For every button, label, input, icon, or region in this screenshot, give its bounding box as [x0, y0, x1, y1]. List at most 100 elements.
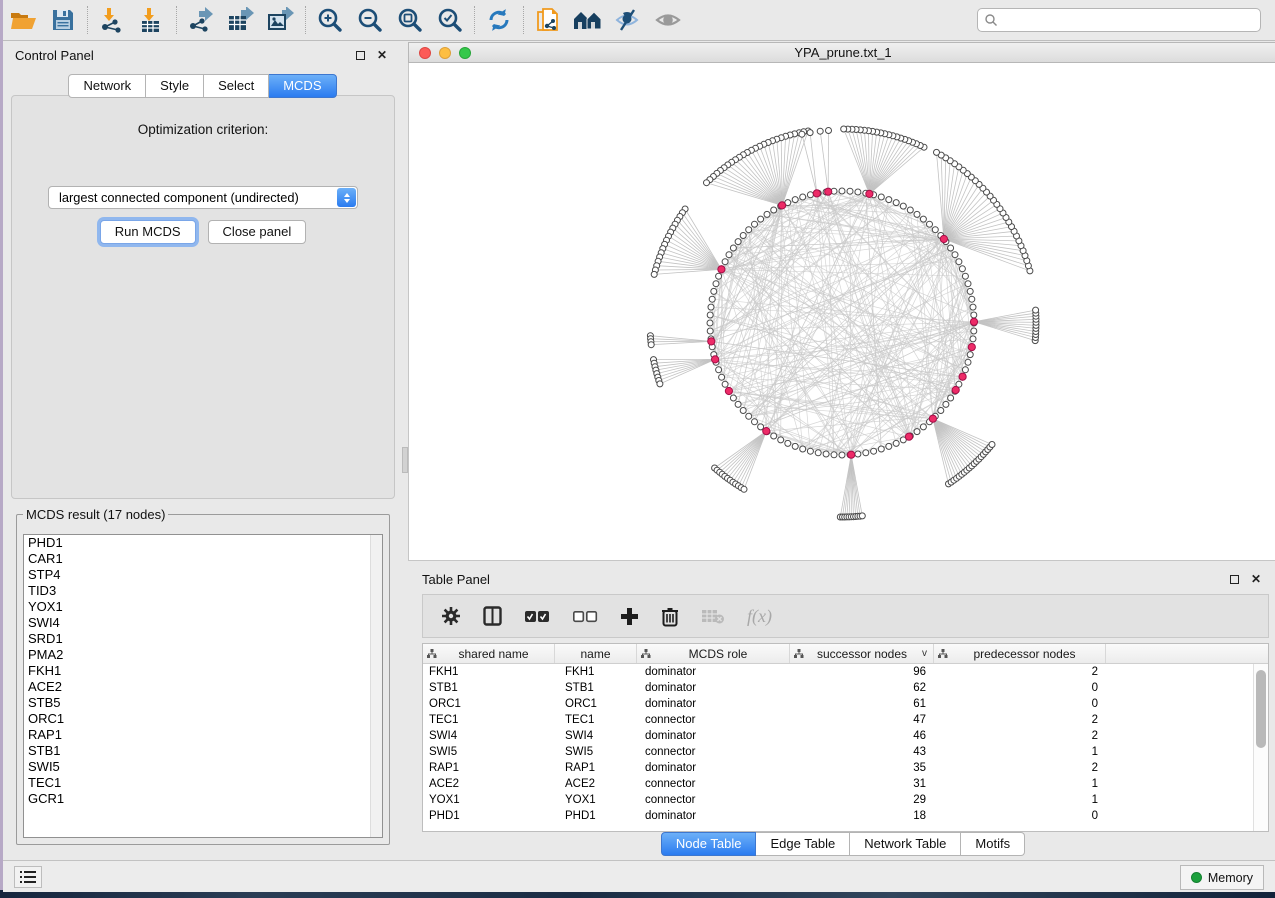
- mcds-node[interactable]: [848, 451, 855, 458]
- export-table-icon[interactable]: [221, 3, 261, 37]
- list-item[interactable]: STB1: [24, 743, 382, 759]
- zoom-out-icon[interactable]: [350, 3, 390, 37]
- table-row[interactable]: YOX1YOX1connector291: [423, 792, 1253, 808]
- tab-motifs[interactable]: Motifs: [961, 832, 1025, 856]
- tab-edge-table[interactable]: Edge Table: [756, 832, 850, 856]
- tab-network-table[interactable]: Network Table: [850, 832, 961, 856]
- mcds-node[interactable]: [725, 387, 732, 394]
- export-image-icon[interactable]: [261, 3, 301, 37]
- tab-mcds[interactable]: MCDS: [269, 74, 336, 98]
- mcds-node[interactable]: [866, 190, 873, 197]
- close-table-panel-icon[interactable]: ✕: [1248, 571, 1264, 587]
- list-item[interactable]: PHD1: [24, 535, 382, 551]
- delete-row-icon[interactable]: [661, 606, 679, 627]
- float-panel-icon[interactable]: [352, 47, 368, 63]
- search-input[interactable]: [998, 10, 1260, 30]
- list-item[interactable]: TEC1: [24, 775, 382, 791]
- list-item[interactable]: SWI4: [24, 615, 382, 631]
- import-table-icon[interactable]: [132, 3, 172, 37]
- list-item[interactable]: ACE2: [24, 679, 382, 695]
- clone-network-icon[interactable]: [528, 3, 568, 37]
- tab-select[interactable]: Select: [204, 74, 269, 98]
- table-cell: connector: [637, 746, 790, 758]
- list-item[interactable]: TID3: [24, 583, 382, 599]
- run-mcds-button[interactable]: Run MCDS: [100, 220, 196, 244]
- list-item[interactable]: SWI5: [24, 759, 382, 775]
- list-item[interactable]: SRD1: [24, 631, 382, 647]
- column-header-shared-name[interactable]: shared name: [423, 644, 555, 663]
- close-panel-icon[interactable]: ✕: [374, 47, 390, 63]
- select-all-icon[interactable]: [524, 610, 550, 623]
- hierarchy-icon: [427, 649, 437, 659]
- list-item[interactable]: ORC1: [24, 711, 382, 727]
- table-row[interactable]: TEC1TEC1connector472: [423, 712, 1253, 728]
- hide-selected-icon[interactable]: [608, 3, 648, 37]
- mcds-node[interactable]: [825, 188, 832, 195]
- list-item[interactable]: CAR1: [24, 551, 382, 567]
- float-table-panel-icon[interactable]: [1226, 571, 1242, 587]
- table-row[interactable]: PHD1PHD1dominator180: [423, 808, 1253, 824]
- list-item[interactable]: RAP1: [24, 727, 382, 743]
- table-row[interactable]: ORC1ORC1dominator610: [423, 696, 1253, 712]
- deselect-all-icon[interactable]: [572, 610, 598, 623]
- list-item[interactable]: YOX1: [24, 599, 382, 615]
- table-row[interactable]: STB1STB1dominator620: [423, 680, 1253, 696]
- tab-style[interactable]: Style: [146, 74, 204, 98]
- search-field[interactable]: [977, 8, 1261, 32]
- mcds-node[interactable]: [712, 356, 719, 363]
- column-header-mcds-role[interactable]: MCDS role: [637, 644, 790, 663]
- memory-button[interactable]: Memory: [1180, 865, 1264, 890]
- save-session-icon[interactable]: [43, 3, 83, 37]
- list-item[interactable]: PMA2: [24, 647, 382, 663]
- mcds-node[interactable]: [905, 433, 912, 440]
- list-item[interactable]: GCR1: [24, 791, 382, 807]
- column-header-successor-nodes[interactable]: successor nodes v: [790, 644, 934, 663]
- zoom-selected-icon[interactable]: [430, 3, 470, 37]
- table-row[interactable]: FKH1FKH1dominator962: [423, 664, 1253, 680]
- column-visibility-icon[interactable]: [483, 606, 502, 626]
- network-titlebar[interactable]: YPA_prune.txt_1: [408, 42, 1275, 63]
- table-row[interactable]: ACE2ACE2connector311: [423, 776, 1253, 792]
- table-row[interactable]: SWI4SWI4dominator462: [423, 728, 1253, 744]
- refresh-icon[interactable]: [479, 3, 519, 37]
- add-row-icon[interactable]: [620, 607, 639, 626]
- import-network-icon[interactable]: [92, 3, 132, 37]
- mcds-node[interactable]: [708, 338, 715, 345]
- mcds-node[interactable]: [970, 318, 977, 325]
- mcds-node[interactable]: [940, 235, 947, 242]
- mcds-node[interactable]: [779, 202, 786, 209]
- show-all-icon[interactable]: [568, 3, 608, 37]
- optimization-criterion-select[interactable]: largest connected component (undirected): [48, 186, 358, 209]
- export-network-icon[interactable]: [181, 3, 221, 37]
- table-scrollbar-thumb[interactable]: [1256, 670, 1266, 748]
- table-cell: dominator: [637, 698, 790, 710]
- list-item[interactable]: STB5: [24, 695, 382, 711]
- table-row[interactable]: SWI5SWI5connector431: [423, 744, 1253, 760]
- table-row[interactable]: RAP1RAP1dominator352: [423, 760, 1253, 776]
- show-eye-icon[interactable]: [648, 3, 688, 37]
- table-cell: 29: [790, 794, 934, 806]
- tab-network[interactable]: Network: [68, 74, 146, 98]
- network-canvas[interactable]: [408, 63, 1275, 561]
- settings-gear-icon[interactable]: [441, 606, 461, 626]
- mcds-node[interactable]: [968, 344, 975, 351]
- mcds-node[interactable]: [952, 386, 959, 393]
- list-item[interactable]: STP4: [24, 567, 382, 583]
- list-item[interactable]: FKH1: [24, 663, 382, 679]
- open-file-icon[interactable]: [3, 3, 43, 37]
- table-scrollbar[interactable]: [1253, 664, 1268, 831]
- zoom-fit-icon[interactable]: [390, 3, 430, 37]
- tab-node-table[interactable]: Node Table: [661, 832, 757, 856]
- table-cell: dominator: [637, 730, 790, 742]
- zoom-in-icon[interactable]: [310, 3, 350, 37]
- mcds-node[interactable]: [763, 428, 770, 435]
- close-panel-button[interactable]: Close panel: [208, 220, 307, 244]
- column-header-predecessor-nodes[interactable]: predecessor nodes: [934, 644, 1106, 663]
- mcds-node[interactable]: [959, 373, 966, 380]
- column-header-name[interactable]: name: [555, 644, 637, 663]
- mcds-node[interactable]: [718, 266, 725, 273]
- mcds-result-scrollbar[interactable]: [370, 535, 382, 837]
- mcds-node[interactable]: [813, 190, 820, 197]
- task-history-button[interactable]: [14, 866, 42, 888]
- mcds-node[interactable]: [929, 415, 936, 422]
